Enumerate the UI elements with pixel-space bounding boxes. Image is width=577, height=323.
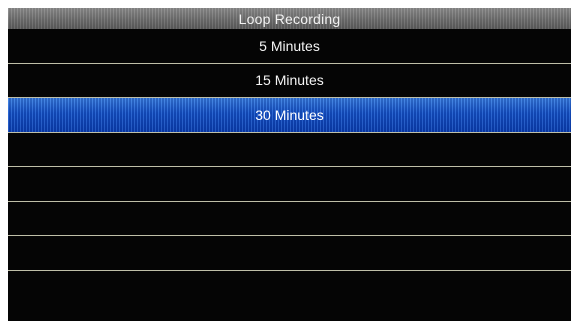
- option-5-minutes[interactable]: 5 Minutes: [8, 29, 571, 64]
- option-label: 5 Minutes: [259, 37, 320, 54]
- empty-row: [8, 271, 571, 306]
- option-15-minutes[interactable]: 15 Minutes: [8, 64, 571, 98]
- empty-row: [8, 236, 571, 271]
- menu-title-bar: Loop Recording: [8, 8, 571, 29]
- empty-row: [8, 167, 571, 202]
- option-30-minutes-selected[interactable]: 30 Minutes: [8, 98, 571, 133]
- option-label: 30 Minutes: [255, 106, 324, 123]
- camera-screen: Loop Recording 5 Minutes 15 Minutes 30 M…: [8, 8, 571, 321]
- empty-row: [8, 133, 571, 167]
- loop-recording-options-list: 5 Minutes 15 Minutes 30 Minutes: [8, 29, 571, 305]
- empty-row: [8, 202, 571, 236]
- menu-title: Loop Recording: [238, 10, 341, 27]
- option-label: 15 Minutes: [255, 72, 324, 89]
